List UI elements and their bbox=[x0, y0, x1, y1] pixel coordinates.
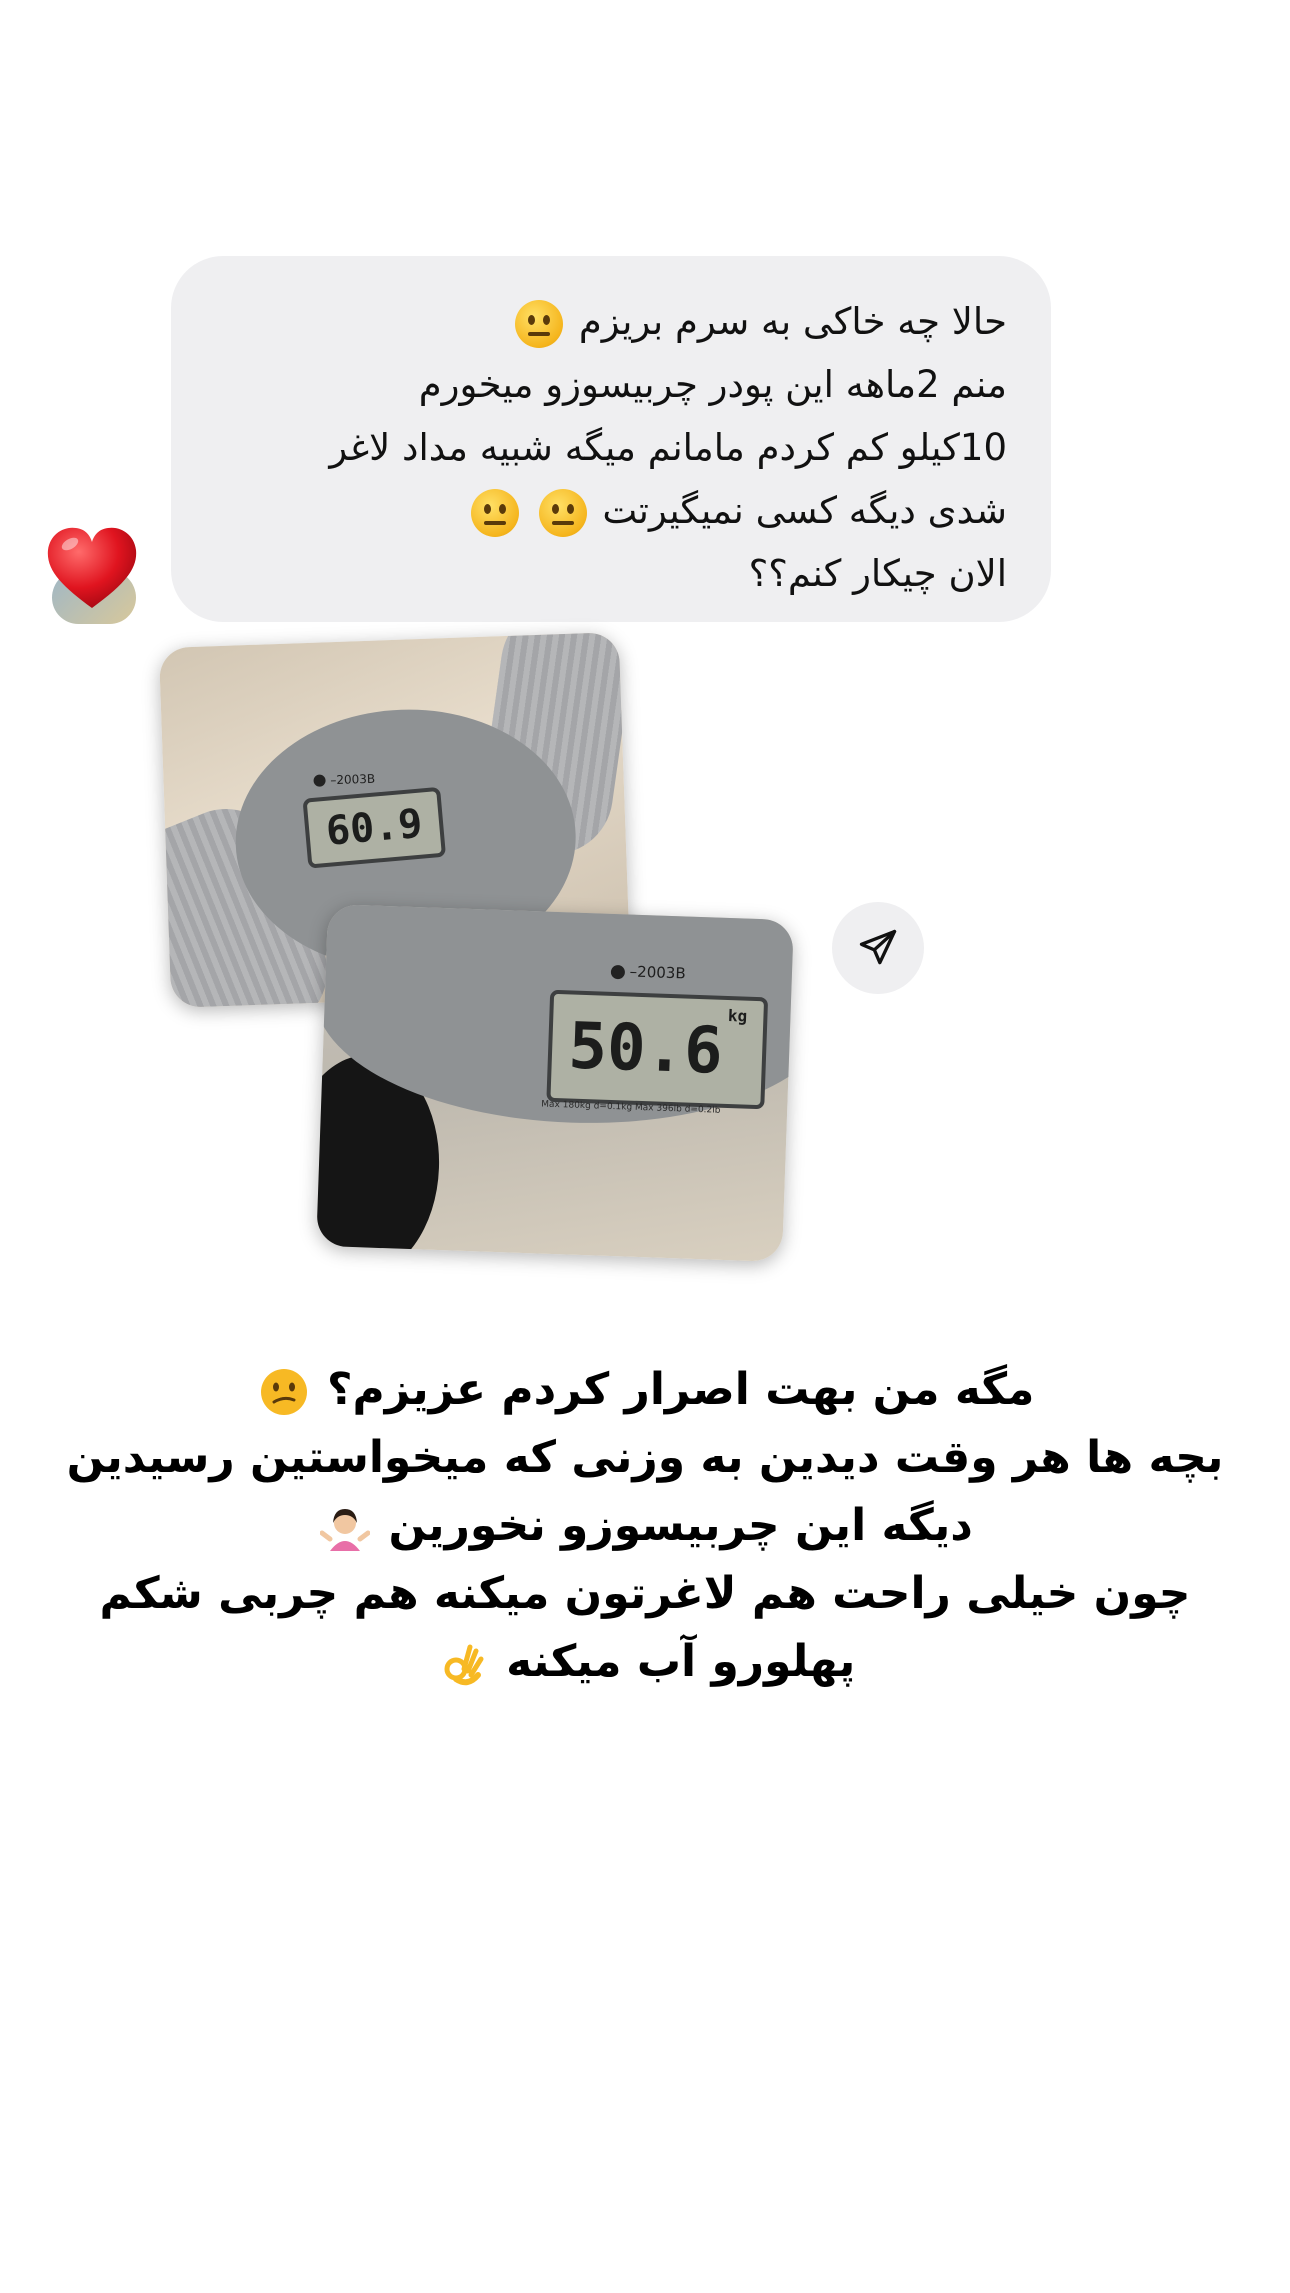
weight-reading: 60.9 bbox=[324, 800, 425, 855]
caption-line: مگه من بهت اصرار کردم عزیزم؟ bbox=[40, 1356, 1250, 1424]
message-line: 10کیلو کم کردم مامانم میگه شبیه مداد لاغ… bbox=[329, 426, 1007, 469]
neutral-face-emoji-icon bbox=[538, 488, 587, 537]
ok-hand-emoji-icon bbox=[444, 1644, 484, 1686]
caption-line: پهلورو آب میکنه bbox=[40, 1628, 1250, 1696]
message-line: منم 2ماهه این پودر چربیسوزو میخورم bbox=[418, 363, 1007, 406]
scale-display: 50.6 kg bbox=[546, 989, 769, 1110]
confused-face-emoji-icon bbox=[260, 1369, 307, 1415]
share-button[interactable] bbox=[832, 902, 924, 994]
caption-line: بچه ها هر وقت دیدین به وزنی که میخواستین… bbox=[66, 1432, 1224, 1483]
story-caption: مگه من بهت اصرار کردم عزیزم؟ بچه ها هر و… bbox=[40, 1356, 1250, 1696]
neutral-face-emoji-icon bbox=[470, 488, 519, 537]
scale-model-label: –2003B bbox=[313, 769, 375, 789]
message-line: الان چیکار کنم؟؟ bbox=[748, 552, 1007, 595]
message-line: شدی دیگه کسی نمیگیرتت bbox=[215, 479, 1007, 542]
scale-photo-after[interactable]: –2003B 50.6 kg Max 180kg d=0.1kg Max 396… bbox=[316, 903, 794, 1263]
weight-unit: kg bbox=[727, 1005, 748, 1026]
paper-plane-icon bbox=[859, 929, 897, 965]
message-line: حالا چه خاکی به سرم بریزم bbox=[215, 290, 1007, 353]
weight-reading: 50.6 bbox=[567, 1009, 724, 1089]
neutral-face-emoji-icon bbox=[515, 299, 564, 348]
shrugging-woman-emoji-icon bbox=[320, 1509, 371, 1551]
scale-display: 60.9 bbox=[302, 786, 447, 869]
caption-line: چون خیلی راحت هم لاغرتون میکنه هم چربی ش… bbox=[99, 1568, 1191, 1619]
message-bubble[interactable]: حالا چه خاکی به سرم بریزم منم 2ماهه این … bbox=[171, 256, 1051, 622]
heart-reaction-icon[interactable] bbox=[42, 520, 142, 620]
caption-line: دیگه این چربیسوزو نخورین bbox=[40, 1492, 1250, 1560]
scale-model-label: –2003B bbox=[610, 962, 686, 982]
